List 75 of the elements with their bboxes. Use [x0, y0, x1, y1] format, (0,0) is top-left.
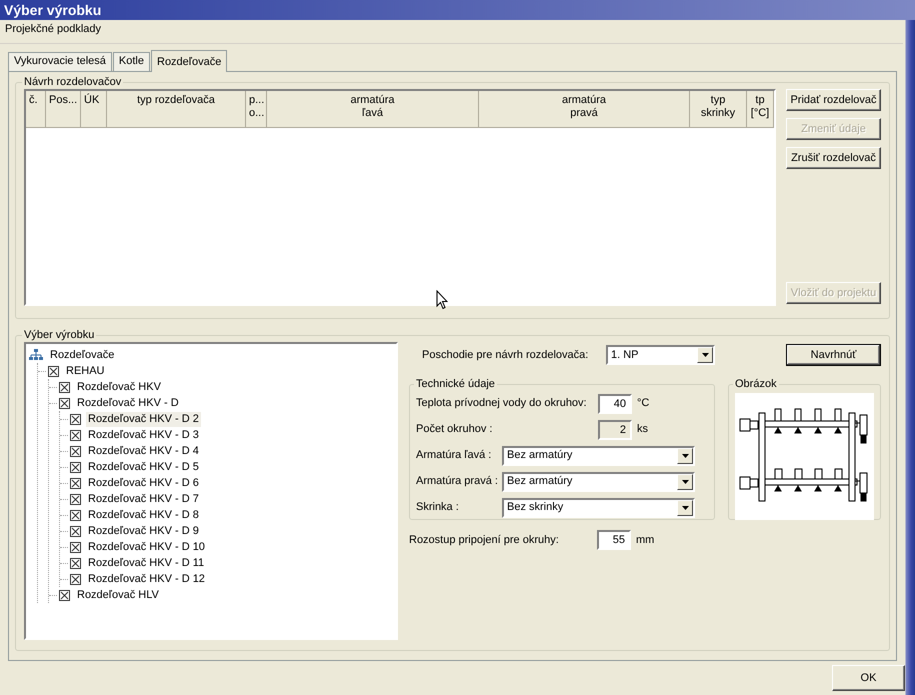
dropdown[interactable]: Bez skrinky [502, 498, 695, 518]
group-title: Návrh rozdelovačov [23, 75, 122, 89]
column-header: ÚK [81, 91, 107, 128]
ok-button[interactable]: OK [832, 665, 905, 691]
number-field: 2 [598, 420, 632, 440]
crossed-box-icon [70, 478, 81, 488]
crossed-box-icon [59, 590, 70, 600]
field-label: Skrinka : [416, 501, 460, 514]
menu-item[interactable]: Projekčné podklady [5, 23, 102, 35]
tree-item[interactable]: Rozdeľovač HKV - D 2 [86, 412, 201, 426]
crossed-box-icon [48, 366, 59, 376]
tree-item[interactable]: Rozdeľovač HKV - D 8 [86, 508, 201, 522]
column-header: Pos... [46, 91, 81, 128]
dropdown[interactable]: Bez armatúry [502, 446, 695, 466]
tree-item[interactable]: Rozdeľovač HKV - D 9 [86, 524, 201, 538]
tree-item[interactable]: Rozdeľovač HKV - D 4 [86, 444, 201, 458]
unit-label: °C [637, 397, 650, 410]
floor-dropdown[interactable]: 1. NP [606, 345, 715, 365]
field-label: Armatúra pravá : [416, 475, 499, 488]
caret-icon [682, 506, 688, 510]
field-label: Armatúra ľavá : [416, 449, 492, 462]
field-label: Rozostup pripojení pre okruhy: [409, 534, 560, 546]
column-header: armatúra pravá [479, 91, 690, 128]
tree-item[interactable]: REHAU [64, 364, 107, 378]
tab[interactable]: Vykurovacie telesá [8, 52, 112, 71]
number-field[interactable]: 40 [598, 394, 632, 414]
unit-label: mm [636, 534, 654, 546]
field-label: Teplota prívodnej vody do okruhov: [416, 397, 588, 410]
caret-icon [682, 480, 688, 484]
column-header: armatúra ľavá [267, 91, 479, 128]
column-header: p... o... [246, 91, 267, 128]
column-header: tp [°C] [747, 91, 774, 128]
tree-item[interactable]: Rozdeľovače [48, 348, 116, 362]
crossed-box-icon [70, 494, 81, 504]
unit-label: ks [637, 423, 648, 436]
dropdown[interactable]: Bez armatúry [502, 472, 695, 492]
group-title: Technické údaje [415, 377, 496, 391]
number-field[interactable]: 55 [597, 530, 631, 550]
column-header: č. [26, 91, 46, 128]
field-label: Počet okruhov : [416, 423, 494, 436]
group-title: Výber výrobku [23, 328, 96, 342]
tree-item[interactable]: Rozdeľovač HKV - D 7 [86, 492, 201, 506]
crossed-box-icon [70, 574, 81, 584]
caret-icon [682, 454, 688, 458]
tree-item[interactable]: Rozdeľovač HKV - D 11 [86, 556, 206, 570]
crossed-box-icon [70, 558, 81, 568]
group-title: Obrázok [734, 377, 778, 391]
crossed-box-icon [59, 398, 70, 408]
tree-item[interactable]: Rozdeľovač HKV - D 12 [86, 572, 207, 586]
tree-item[interactable]: Rozdeľovač HKV - D [75, 396, 181, 410]
crossed-box-icon [70, 510, 81, 520]
crossed-box-icon [70, 526, 81, 536]
tree-item[interactable]: Rozdeľovač HLV [75, 588, 161, 602]
crossed-box-icon [70, 446, 81, 456]
tree-root-icon [29, 349, 43, 361]
action-button[interactable]: Zrušiť rozdelovač [786, 147, 881, 169]
crossed-box-icon [70, 462, 81, 472]
column-header: typ skrinky [690, 91, 747, 128]
column-header: typ rozdeľovača [107, 91, 246, 128]
caret-icon [702, 353, 708, 357]
tree-item[interactable]: Rozdeľovač HKV - D 10 [86, 540, 207, 554]
tree-item[interactable]: Rozdeľovač HKV - D 5 [86, 460, 201, 474]
tree-item[interactable]: Rozdeľovač HKV - D 6 [86, 476, 201, 490]
design-button[interactable]: Navrhnúť [786, 344, 881, 366]
window-title: Výber výrobku [0, 0, 915, 20]
field-label: Poschodie pre návrh rozdelovača: [422, 348, 590, 362]
crossed-box-icon [70, 414, 81, 424]
tree-item[interactable]: Rozdeľovač HKV - D 3 [86, 428, 201, 442]
tab[interactable]: Rozdeľovače [151, 50, 228, 72]
tab[interactable]: Kotle [112, 52, 150, 71]
crossed-box-icon [70, 430, 81, 440]
crossed-box-icon [59, 382, 70, 392]
crossed-box-icon [70, 542, 81, 552]
tree-item[interactable]: Rozdeľovač HKV [75, 380, 163, 394]
action-button[interactable]: Pridať rozdelovač [786, 89, 881, 111]
